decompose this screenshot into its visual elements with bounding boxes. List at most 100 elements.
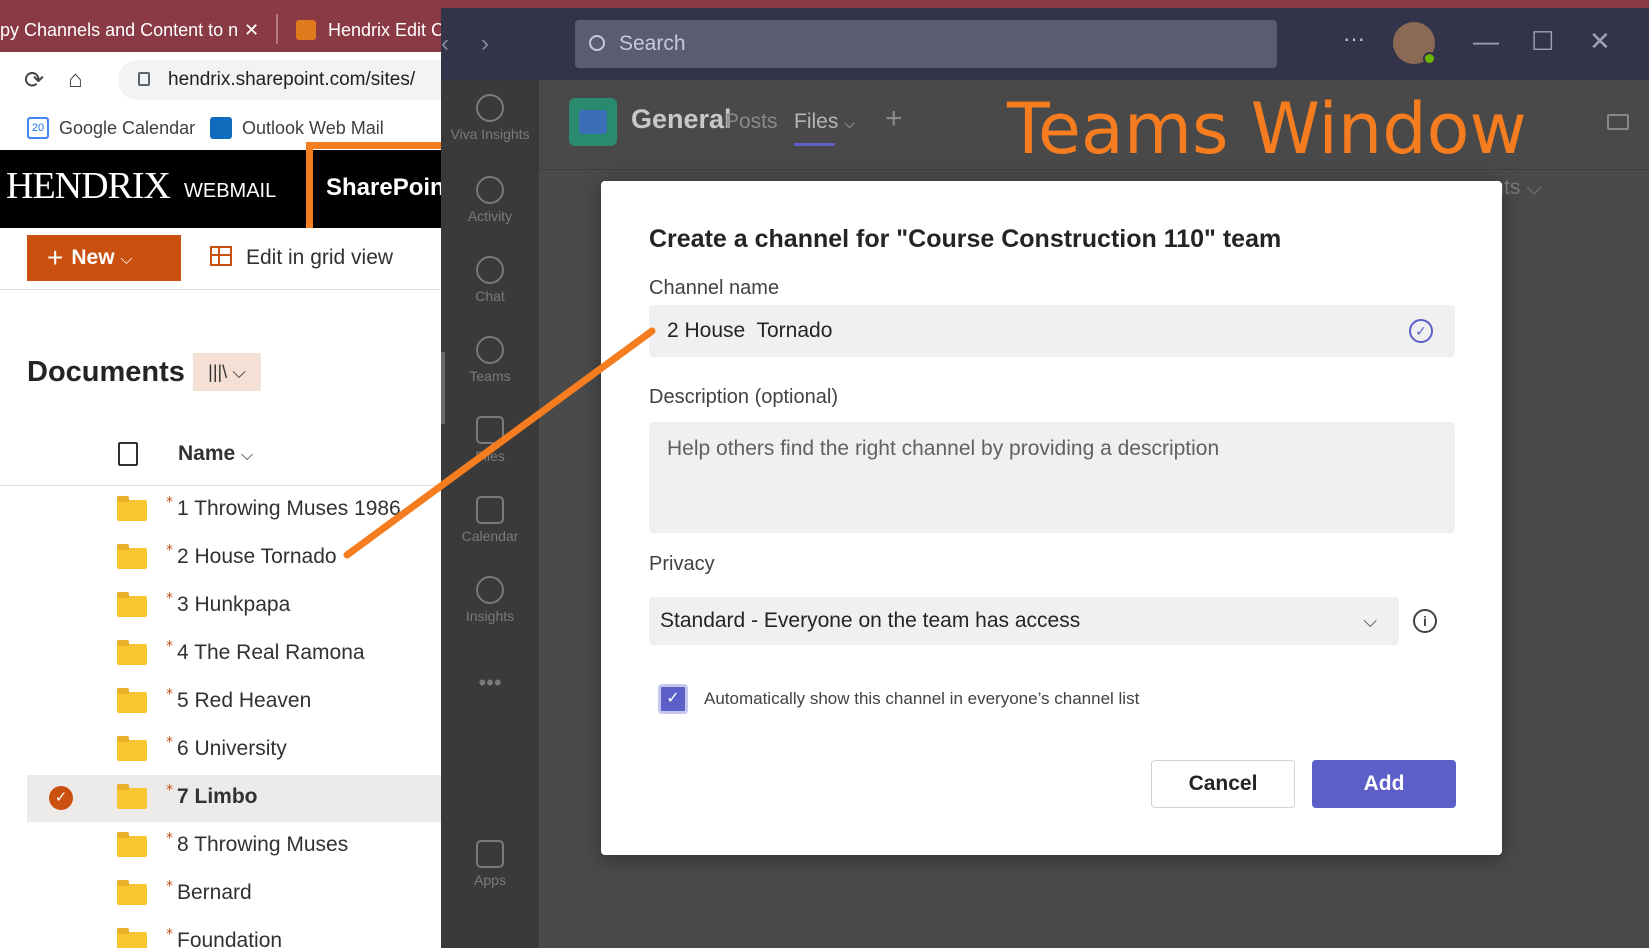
item-name[interactable]: 4 The Real Ramona [177, 641, 365, 665]
hendrix-logo[interactable]: HENDRIX [6, 164, 171, 208]
rail-item-apps[interactable]: Apps [441, 840, 539, 888]
video-icon[interactable] [1607, 114, 1629, 130]
selected-check-icon[interactable]: ✓ [49, 786, 73, 810]
channel-name-label: Channel name [649, 277, 780, 299]
rail-item-viva-insights[interactable]: Viva Insights [441, 94, 539, 142]
list-item[interactable]: ⁎ 6 University [27, 727, 447, 774]
new-item-sparkle-icon: ⁎ [166, 537, 173, 553]
folder-icon [117, 688, 147, 713]
outlook-icon [210, 116, 232, 139]
list-item[interactable]: ⁎ Foundation [27, 919, 447, 948]
privacy-dropdown[interactable]: Standard - Everyone on the team has acce… [649, 597, 1399, 645]
chevron-down-icon: ⌵ [1526, 176, 1543, 199]
new-item-sparkle-icon: ⁎ [166, 489, 173, 505]
tab-close-icon[interactable]: ✕ [244, 8, 259, 52]
minimize-icon[interactable]: — [1473, 26, 1499, 57]
rail-item-calendar[interactable]: Calendar [441, 496, 539, 544]
viva-insights-icon [476, 94, 504, 122]
item-name[interactable]: 3 Hunkpapa [177, 593, 290, 617]
bookmark-outlook[interactable]: Outlook Web Mail [210, 114, 384, 142]
rail-item-label: Calendar [461, 528, 519, 544]
reload-icon[interactable]: ⟳ [24, 66, 44, 95]
tab-hendrix-edit[interactable]: Hendrix Edit C [288, 8, 448, 52]
column-header-row: Name ⌵ [0, 430, 440, 486]
tab-separator [276, 14, 278, 44]
name-column-header[interactable]: Name ⌵ [178, 442, 253, 466]
add-tab-icon[interactable]: + [885, 102, 903, 136]
file-icon [476, 416, 504, 444]
name-column-label: Name [178, 442, 236, 465]
privacy-value: Standard - Everyone on the team has acce… [660, 609, 1081, 632]
new-item-sparkle-icon: ⁎ [166, 825, 173, 841]
chevron-down-icon: ⌵ [241, 447, 254, 464]
item-name[interactable]: 5 Red Heaven [177, 689, 311, 713]
search-icon [589, 35, 605, 51]
tab-files[interactable]: Files ⌵ [794, 110, 855, 146]
new-item-sparkle-icon: ⁎ [166, 633, 173, 649]
teams-app-rail: Viva Insights Activity Chat Teams Files Calen… [441, 80, 539, 948]
chevron-down-icon: ⌵ [1363, 611, 1377, 631]
rail-item-insights[interactable]: Insights [441, 576, 539, 624]
close-icon[interactable]: ✕ [1589, 26, 1611, 57]
webmail-link[interactable]: WEBMAIL [184, 180, 276, 203]
chevron-down-icon: ⌵ [232, 362, 246, 382]
teams-search-input[interactable]: Search [575, 20, 1277, 68]
rail-item-teams[interactable]: Teams [441, 336, 539, 384]
description-input[interactable]: Help others find the right channel by pr… [649, 422, 1455, 533]
list-item[interactable]: ⁎ 3 Hunkpapa [27, 583, 447, 630]
rail-item-label: Files [475, 448, 505, 464]
home-icon[interactable]: ⌂ [68, 66, 83, 94]
search-placeholder: Search [619, 32, 686, 55]
folder-icon [117, 592, 147, 617]
back-arrow-icon[interactable]: ‹ [441, 30, 449, 58]
item-name[interactable]: 7 Limbo [177, 785, 258, 809]
item-name[interactable]: Foundation [177, 929, 282, 948]
channel-name: General [631, 104, 732, 134]
file-type-icon[interactable] [118, 442, 138, 466]
more-options-icon[interactable]: ··· [1343, 26, 1365, 52]
rail-item-more[interactable]: ••• [441, 670, 539, 696]
rail-item-bell[interactable]: Activity [441, 176, 539, 224]
chevron-down-icon: ⌵ [120, 251, 133, 268]
library-view-button[interactable]: |||\ ⌵ [193, 353, 261, 391]
item-name[interactable]: 2 House Tornado [177, 545, 337, 569]
new-button[interactable]: + New ⌵ [27, 235, 181, 281]
teams-icon [476, 336, 504, 364]
rail-item-label: Chat [475, 288, 505, 304]
privacy-label: Privacy [649, 553, 715, 575]
plus-icon: + [47, 242, 64, 273]
bookmark-google-calendar[interactable]: 20 Google Calendar [27, 114, 195, 142]
channel-name-input[interactable]: 2 House Tornado ✓ [649, 305, 1455, 357]
list-item[interactable]: ⁎ 1 Throwing Muses 1986 [27, 487, 447, 534]
tab-posts[interactable]: Posts [725, 110, 778, 134]
info-icon[interactable]: i [1413, 609, 1437, 633]
add-button[interactable]: Add [1312, 760, 1456, 808]
item-name[interactable]: 1 Throwing Muses 1986 [177, 497, 401, 521]
edit-grid-view-button[interactable]: Edit in grid view [210, 238, 393, 278]
item-name[interactable]: 6 University [177, 737, 287, 761]
lock-icon [138, 72, 150, 86]
rail-item-file[interactable]: Files [441, 416, 539, 464]
list-item[interactable]: ⁎ 5 Red Heaven [27, 679, 447, 726]
list-item[interactable]: ⁎ 8 Throwing Muses [27, 823, 447, 870]
list-item[interactable]: ✓ ⁎ 7 Limbo [27, 775, 447, 822]
avatar[interactable] [1393, 22, 1436, 65]
folder-icon [117, 496, 147, 521]
auto-show-checkbox[interactable]: ✓ [658, 684, 688, 714]
documents-title: Documents [27, 356, 185, 388]
list-item[interactable]: ⁎ 4 The Real Ramona [27, 631, 447, 678]
maximize-icon[interactable]: ☐ [1531, 26, 1554, 57]
cancel-button[interactable]: Cancel [1151, 760, 1295, 808]
item-name[interactable]: Bernard [177, 881, 252, 905]
tab-copy-channels[interactable]: py Channels and Content to n ✕ [0, 8, 270, 52]
bookmark-label: Google Calendar [59, 118, 196, 138]
apps-icon [476, 840, 504, 868]
list-item[interactable]: ⁎ 2 House Tornado [27, 535, 447, 582]
item-name[interactable]: 8 Throwing Muses [177, 833, 348, 857]
rail-item-chat[interactable]: Chat [441, 256, 539, 304]
bell-icon [476, 176, 504, 204]
calendar-icon [476, 496, 504, 524]
folder-icon [117, 736, 147, 761]
list-item[interactable]: ⁎ Bernard [27, 871, 447, 918]
forward-arrow-icon[interactable]: › [481, 30, 489, 58]
